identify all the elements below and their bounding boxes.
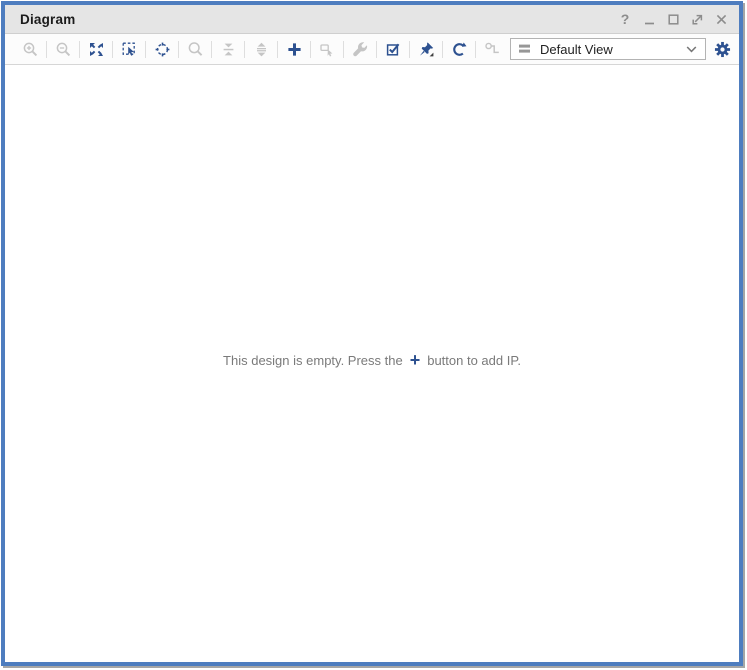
fit-selection-button[interactable]: [149, 37, 175, 61]
list-icon: [519, 44, 531, 54]
collapse-all-icon: [220, 41, 237, 58]
zoom-in-button: [17, 37, 43, 61]
titlebar: Diagram ?: [5, 5, 739, 34]
zoom-out-icon: [55, 41, 72, 58]
search-button: [182, 37, 208, 61]
toolbar-separator: [244, 41, 245, 58]
window-title: Diagram: [20, 12, 75, 27]
expand-all-icon: [253, 41, 270, 58]
toolbar-separator: [343, 41, 344, 58]
toolbar-separator: [178, 41, 179, 58]
regenerate-layout-icon: [451, 41, 468, 58]
empty-design-message: This design is empty. Press the + button…: [223, 353, 521, 368]
settings-button[interactable]: [714, 41, 731, 58]
float-icon[interactable]: [689, 11, 705, 27]
zoom-to-selection-icon: [121, 41, 138, 58]
zoom-fit-button[interactable]: [83, 37, 109, 61]
toolbar-separator: [277, 41, 278, 58]
zoom-to-selection-button[interactable]: [116, 37, 142, 61]
view-selector-value: Default View: [540, 42, 613, 57]
plus-icon: +: [410, 354, 421, 367]
maximize-icon[interactable]: [665, 11, 681, 27]
interface-connections-button: [479, 37, 505, 61]
chevron-down-icon: [686, 46, 697, 53]
zoom-fit-icon: [88, 41, 105, 58]
toolbar-separator: [112, 41, 113, 58]
make-external-button: [314, 37, 340, 61]
empty-message-before: This design is empty. Press the: [223, 353, 403, 368]
diagram-canvas[interactable]: This design is empty. Press the + button…: [5, 65, 739, 662]
toolbar-separator: [475, 41, 476, 58]
toolbar-separator: [145, 41, 146, 58]
empty-message-after: button to add IP.: [427, 353, 521, 368]
toolbar-separator: [46, 41, 47, 58]
help-icon[interactable]: ?: [617, 11, 633, 27]
toolbar-separator: [79, 41, 80, 58]
pin-icon: [418, 41, 435, 58]
wrench-icon: [352, 41, 369, 58]
search-icon: [187, 41, 204, 58]
toolbar-separator: [442, 41, 443, 58]
validate-design-button[interactable]: [380, 37, 406, 61]
validate-design-icon: [385, 41, 402, 58]
add-ip-icon: [286, 41, 303, 58]
toolbar-separator: [310, 41, 311, 58]
toolbar-separator: [409, 41, 410, 58]
view-selector-dropdown[interactable]: Default View: [510, 38, 706, 60]
collapse-all-button: [215, 37, 241, 61]
zoom-out-button: [50, 37, 76, 61]
close-icon[interactable]: [713, 11, 729, 27]
interface-connections-icon: [484, 41, 501, 58]
toolbar-separator: [376, 41, 377, 58]
pin-button[interactable]: [413, 37, 439, 61]
titlebar-controls: ?: [617, 11, 729, 27]
gear-icon: [714, 41, 731, 58]
add-ip-button[interactable]: [281, 37, 307, 61]
zoom-in-icon: [22, 41, 39, 58]
minimize-icon[interactable]: [641, 11, 657, 27]
customize-block-button: [347, 37, 373, 61]
fit-selection-icon: [154, 41, 171, 58]
toolbar: Default View: [5, 34, 739, 65]
diagram-window: Diagram ?: [1, 1, 743, 666]
regenerate-layout-button[interactable]: [446, 37, 472, 61]
toolbar-separator: [211, 41, 212, 58]
make-external-icon: [319, 41, 336, 58]
expand-all-button: [248, 37, 274, 61]
